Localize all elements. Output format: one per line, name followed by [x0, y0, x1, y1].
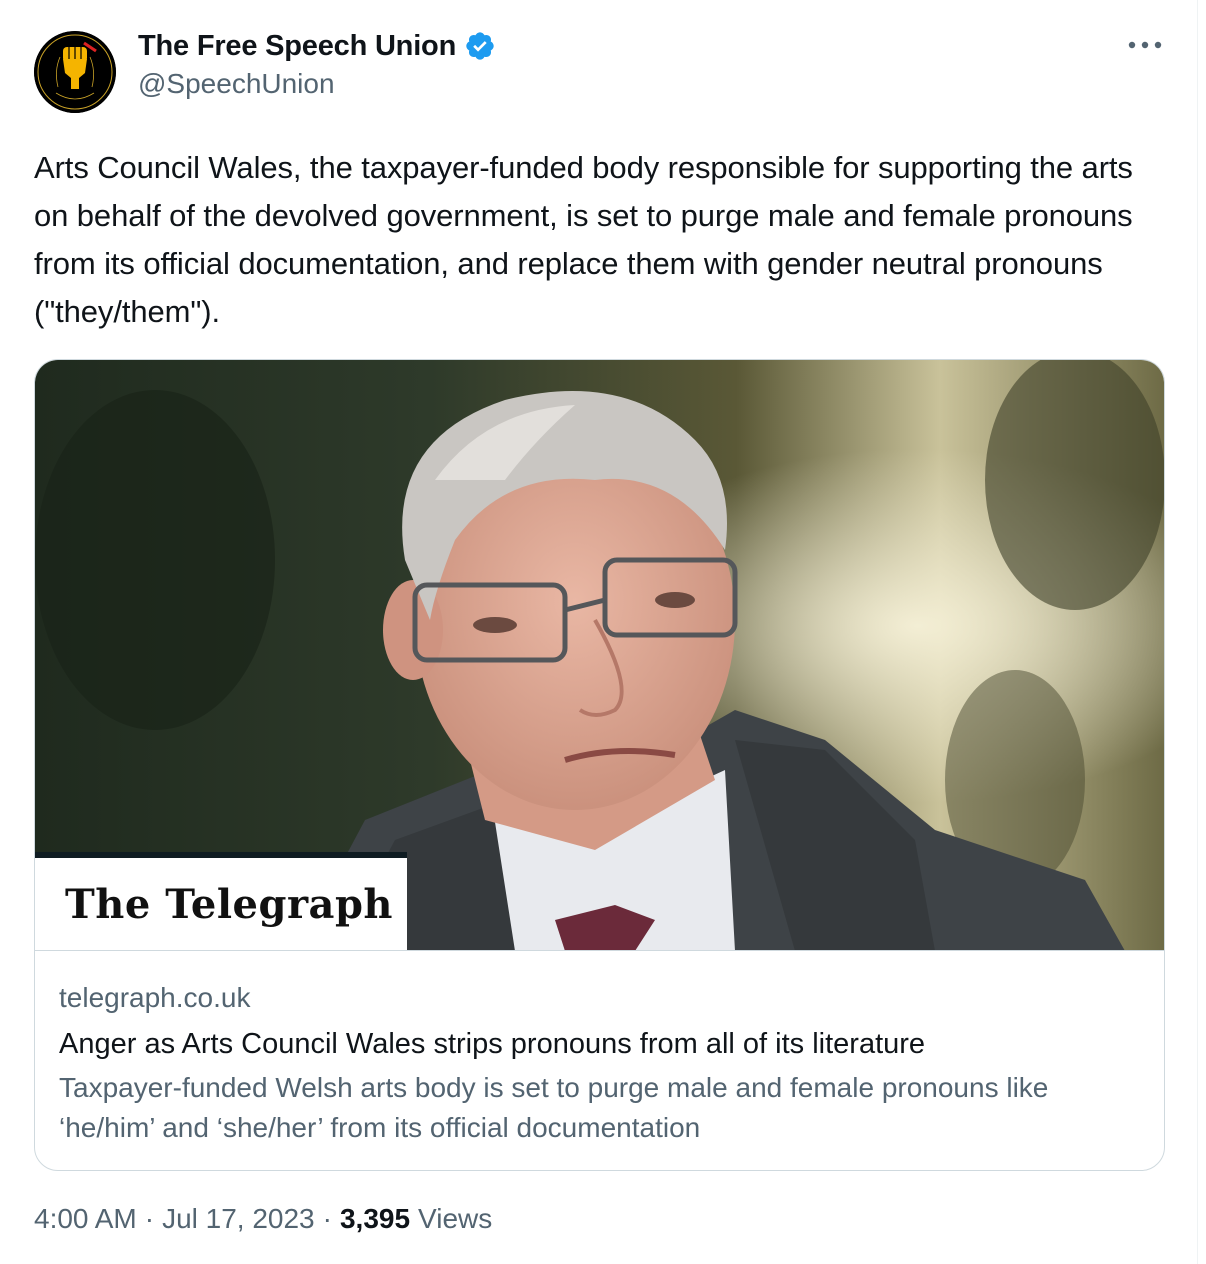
meta-separator: · [144, 1203, 155, 1234]
card-domain: telegraph.co.uk [59, 982, 251, 1013]
fist-logo-icon [34, 31, 116, 113]
card-title: Anger as Arts Council Wales strips prono… [59, 1028, 926, 1060]
tweet-time[interactable]: 4:00 AM [34, 1203, 137, 1235]
card-image[interactable]: The Telegraph [35, 360, 1164, 951]
link-preview-card[interactable]: The Telegraph telegraph.co.uk Anger as A… [34, 359, 1165, 1171]
verified-badge-icon[interactable] [464, 30, 496, 62]
more-options-icon[interactable] [1123, 30, 1167, 60]
tweet-meta: 4:00 AM · Jul 17, 2023 · 3,395 Views [34, 1203, 492, 1235]
tweet-text: Arts Council Wales, the taxpayer-funded … [34, 150, 1133, 329]
views-count[interactable]: 3,395 [340, 1203, 410, 1235]
views-label[interactable]: Views [418, 1203, 492, 1235]
author-name[interactable]: The Free Speech Union [138, 30, 456, 63]
meta-separator: · [322, 1203, 332, 1234]
telegraph-masthead: The Telegraph [35, 852, 407, 950]
name-row: The Free Speech Union [138, 28, 496, 64]
author-handle[interactable]: @SpeechUnion [138, 68, 496, 100]
tweet-date[interactable]: Jul 17, 2023 [162, 1203, 315, 1235]
author-avatar[interactable] [34, 31, 116, 113]
author-block: The Free Speech Union @SpeechUnion [138, 28, 496, 100]
card-description: Taxpayer-funded Welsh arts body is set t… [59, 1072, 1049, 1143]
tweet-article: The Free Speech Union @SpeechUnion Arts … [0, 0, 1198, 1264]
masthead-text: The Telegraph [65, 881, 394, 928]
card-body[interactable]: telegraph.co.uk Anger as Arts Council Wa… [35, 980, 1164, 1148]
